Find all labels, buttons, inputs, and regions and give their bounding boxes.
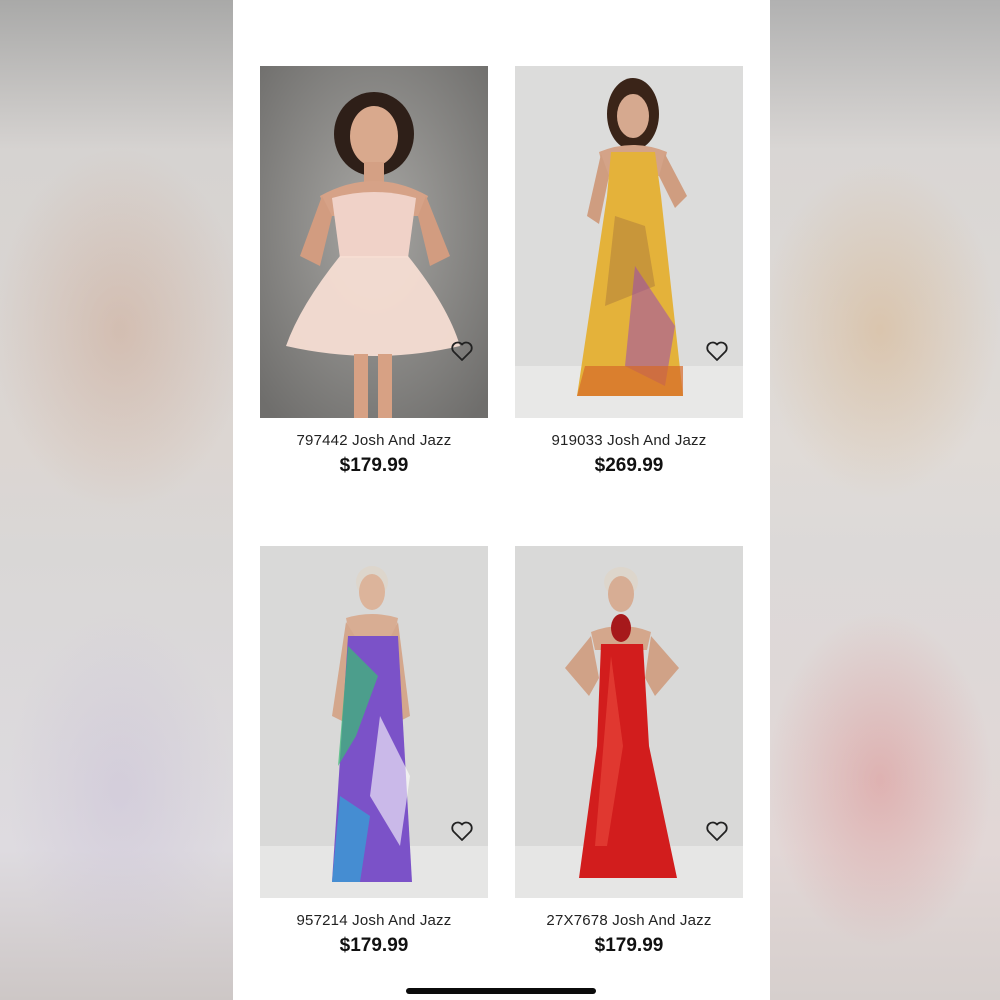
product-card[interactable]: 957214 Josh And Jazz $179.99 (260, 546, 488, 957)
product-image[interactable] (515, 66, 743, 418)
product-price: $179.99 (339, 935, 409, 956)
home-indicator[interactable] (406, 988, 596, 994)
blurred-background-left (0, 0, 233, 1000)
product-title[interactable]: 919033 Josh And Jazz (515, 432, 743, 449)
product-title[interactable]: 27X7678 Josh And Jazz (515, 912, 743, 929)
product-price: $179.99 (594, 935, 664, 956)
product-title[interactable]: 957214 Josh And Jazz (260, 912, 488, 929)
product-card[interactable]: 919033 Josh And Jazz $269.99 (515, 66, 743, 477)
product-grid-screen: 797442 Josh And Jazz $179.99 919033 Josh… (233, 0, 770, 1000)
favorite-heart-icon[interactable] (705, 340, 729, 362)
product-title[interactable]: 797442 Josh And Jazz (260, 432, 488, 449)
favorite-heart-icon[interactable] (705, 820, 729, 842)
product-price: $269.99 (594, 455, 664, 476)
product-image[interactable] (260, 546, 488, 898)
favorite-heart-icon[interactable] (450, 340, 474, 362)
product-image[interactable] (260, 66, 488, 418)
product-card[interactable]: 27X7678 Josh And Jazz $179.99 (515, 546, 743, 957)
blurred-background-right (770, 0, 1000, 1000)
favorite-heart-icon[interactable] (450, 820, 474, 842)
product-price: $179.99 (339, 455, 409, 476)
product-image[interactable] (515, 546, 743, 898)
product-card[interactable]: 797442 Josh And Jazz $179.99 (260, 66, 488, 477)
